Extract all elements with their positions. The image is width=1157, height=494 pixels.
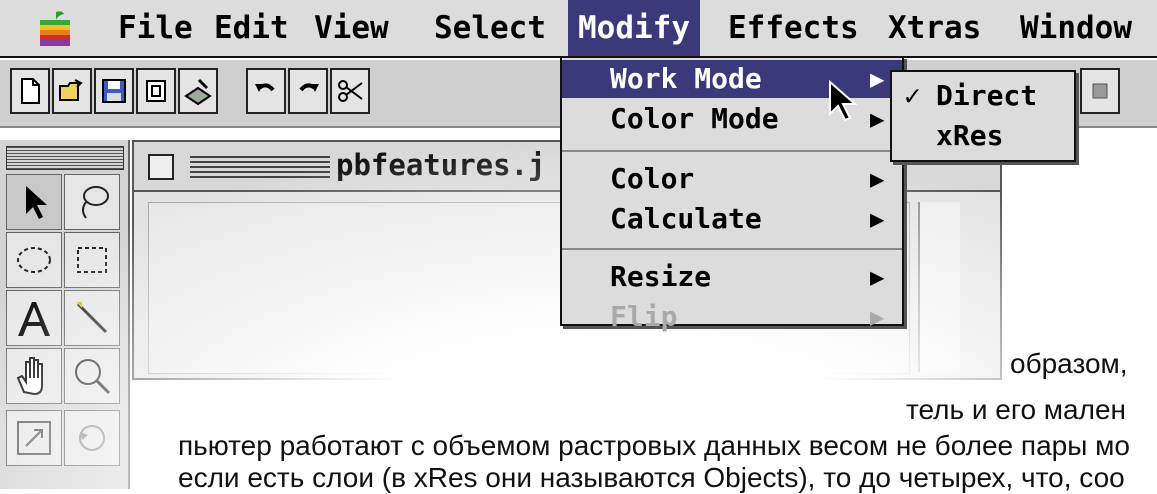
menu-file[interactable]: File — [118, 0, 193, 56]
menu-item-label: Flip — [610, 300, 678, 333]
hand-tool-icon — [16, 357, 43, 396]
menu-item-label: Color Mode — [610, 102, 779, 135]
arrow-tool[interactable] — [6, 174, 62, 230]
save-button[interactable] — [94, 68, 134, 114]
menu-view[interactable]: View — [314, 0, 389, 56]
zoom-tool[interactable] — [64, 348, 120, 404]
apple-menu-icon[interactable] — [38, 10, 72, 48]
open-button[interactable] — [52, 68, 92, 114]
new-document-icon — [21, 78, 40, 104]
redo-icon — [299, 83, 319, 92]
lasso-tool[interactable] — [64, 174, 120, 230]
rotate-tool[interactable] — [64, 410, 120, 466]
menu-xtras[interactable]: Xtras — [888, 0, 981, 56]
new-document-button[interactable] — [10, 68, 50, 114]
checkmark-icon: ✓ — [904, 79, 921, 112]
submenu-arrow-icon: ▶ — [870, 303, 885, 331]
article-line-2: тель и его мален — [906, 394, 1126, 425]
menu-item-label: Work Mode — [610, 62, 762, 95]
submenu-arrow-icon: ▶ — [870, 65, 885, 93]
title-stripes — [190, 154, 330, 178]
undo-icon — [255, 83, 275, 92]
save-disk-icon — [102, 79, 126, 103]
redo-button[interactable] — [288, 68, 328, 114]
palette-title-bar[interactable] — [6, 146, 124, 170]
ellipse-marquee-icon — [17, 247, 51, 273]
wand-tool-icon — [76, 302, 108, 334]
submenu-item-label: Direct — [936, 79, 1038, 112]
menu-bar: File Edit View Select Modify Effects Xtr… — [0, 0, 1157, 58]
toolbar-button-right[interactable] — [1080, 68, 1120, 114]
menu-item-label: Color — [610, 162, 695, 195]
export-icon — [184, 78, 212, 106]
transform-tool[interactable] — [6, 410, 62, 466]
rect-marquee-tool[interactable] — [64, 232, 120, 288]
submenu-item-xres[interactable]: xRes — [892, 116, 1074, 156]
wand-tool[interactable] — [64, 290, 120, 346]
submenu-arrow-icon: ▶ — [870, 105, 885, 133]
menu-modify[interactable]: Modify — [568, 0, 700, 56]
zoom-tool-icon — [75, 359, 111, 395]
rect-marquee-icon — [77, 247, 107, 273]
menu-item-calculate[interactable]: Calculate ▶ — [562, 200, 902, 238]
export-button[interactable] — [178, 68, 218, 114]
submenu-arrow-icon: ▶ — [870, 263, 885, 291]
menu-separator — [562, 150, 902, 152]
menu-item-label: Calculate — [610, 202, 762, 235]
close-box[interactable] — [148, 154, 174, 180]
submenu-item-label: xRes — [936, 119, 1004, 152]
lasso-tool-icon — [82, 186, 109, 219]
import-icon — [146, 80, 166, 102]
document-title: pbfeatures.j — [336, 148, 546, 182]
menu-separator — [562, 248, 902, 250]
arrow-tool-icon — [26, 186, 47, 219]
cut-button[interactable] — [330, 68, 370, 114]
menu-effects[interactable]: Effects — [728, 0, 859, 56]
submenu-item-direct[interactable]: ✓ Direct — [892, 76, 1074, 116]
menu-select[interactable]: Select — [434, 0, 546, 56]
article-line-1: образом, — [1010, 348, 1128, 379]
transform-tool-icon — [17, 421, 51, 455]
undo-button[interactable] — [246, 68, 286, 114]
rotate-tool-icon — [79, 425, 105, 451]
tools-palette — [0, 140, 130, 489]
submenu-arrow-icon: ▶ — [870, 205, 885, 233]
star-icon — [1092, 83, 1108, 99]
menu-edit[interactable]: Edit — [214, 0, 289, 56]
hand-tool[interactable] — [6, 348, 62, 404]
mouse-pointer-icon — [829, 79, 858, 122]
import-button[interactable] — [136, 68, 176, 114]
text-tool[interactable] — [6, 290, 62, 346]
menu-item-resize[interactable]: Resize ▶ — [562, 258, 902, 296]
text-tool-icon — [18, 302, 50, 336]
ellipse-marquee-tool[interactable] — [6, 232, 62, 288]
open-folder-icon — [59, 79, 83, 101]
vertical-scrollbar[interactable] — [918, 202, 960, 372]
article-line-4: если есть слои (в xRes они называются Ob… — [178, 462, 1125, 493]
menu-window[interactable]: Window — [1020, 0, 1132, 56]
cut-scissors-icon — [338, 80, 363, 102]
submenu-arrow-icon: ▶ — [870, 165, 885, 193]
menu-item-label: Resize — [610, 260, 712, 293]
article-line-3: пьютер работают с объемом растровых данн… — [178, 430, 1130, 461]
menu-item-color[interactable]: Color ▶ — [562, 160, 902, 198]
menu-item-flip[interactable]: Flip ▶ — [562, 298, 902, 336]
work-mode-submenu: ✓ Direct xRes — [890, 70, 1076, 162]
